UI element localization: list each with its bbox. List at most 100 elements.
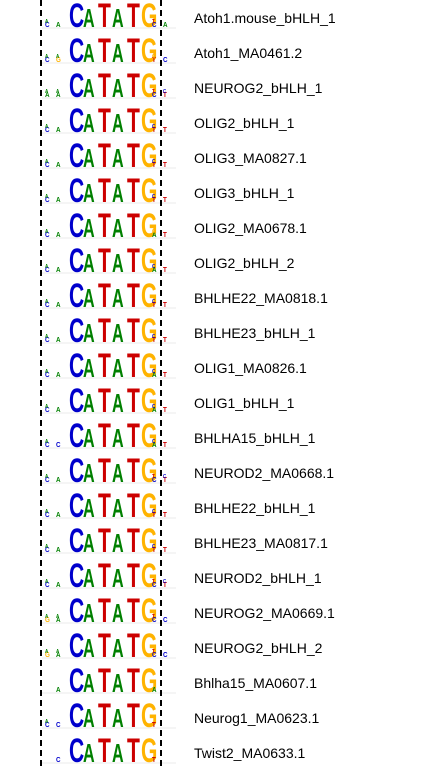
motif-label: NEUROD2_bHLH_1 — [194, 570, 322, 586]
core-letter-a: A — [112, 668, 124, 698]
core-letter-a: A — [83, 108, 95, 138]
flank-left-letter: A — [45, 544, 49, 550]
flank-left-letter: A — [45, 439, 49, 445]
core-letter-t: T — [98, 206, 111, 244]
flank-left-letter: A — [45, 404, 49, 410]
motif-label: BHLHA15_bHLH_1 — [194, 430, 316, 446]
core-letter-c: C — [69, 206, 84, 244]
core-letter-t: T — [98, 0, 111, 34]
core-letter-t: T — [127, 381, 140, 419]
core-letter-t: T — [127, 311, 140, 349]
core-letter-c: C — [69, 276, 84, 314]
flank-left-letter: A — [56, 649, 60, 655]
flank-right-letter: C — [152, 159, 156, 165]
core-letter-c: C — [69, 451, 84, 489]
core-letter-t: T — [127, 556, 140, 594]
core-letter-t: T — [98, 521, 111, 559]
core-letter-t: T — [127, 626, 140, 664]
core-letter-a: A — [112, 283, 124, 313]
core-letter-c: C — [69, 241, 84, 279]
core-letter-t: T — [127, 171, 140, 209]
core-letter-t: T — [98, 171, 111, 209]
core-letter-a: A — [112, 248, 124, 278]
flank-left-letter: A — [45, 509, 49, 515]
flank-left-letter: A — [45, 19, 49, 25]
core-letter-c: C — [69, 661, 84, 699]
motif-label: NEUROG2_MA0669.1 — [194, 605, 335, 621]
core-letter-a: A — [83, 143, 95, 173]
flank-right-letter: G — [152, 229, 156, 235]
flank-right-letter: C — [152, 334, 156, 340]
flank-right-letter: T — [152, 649, 155, 655]
motif-label: BHLHE23_MA0817.1 — [194, 535, 328, 551]
core-letter-a: A — [83, 458, 95, 488]
core-letter-t: T — [98, 626, 111, 664]
motif-label-column: Atoh1.mouse_bHLH_1 Atoh1_MA0461.2 NEUROG2_… — [194, 0, 440, 769]
core-letter-t: T — [98, 311, 111, 349]
core-letter-t: T — [98, 486, 111, 524]
motif-label: Bhlha15_MA0607.1 — [194, 675, 317, 691]
core-letter-t: T — [98, 556, 111, 594]
core-letter-a: A — [83, 248, 95, 278]
core-letter-t: T — [127, 101, 140, 139]
core-letter-a: A — [83, 283, 95, 313]
core-letter-a: A — [112, 213, 124, 243]
motif-label: Twist2_MA0633.1 — [194, 745, 306, 761]
core-letter-c: C — [69, 66, 84, 104]
core-letter-c: C — [69, 136, 84, 174]
core-letter-t: T — [127, 521, 140, 559]
core-letter-c: C — [69, 31, 84, 69]
flank-left-letter: A — [56, 54, 60, 60]
flank-left-letter: A — [45, 649, 49, 655]
flank-right-letter: C — [152, 369, 156, 375]
core-letter-a: A — [83, 703, 95, 733]
core-letter-a: A — [83, 493, 95, 523]
flank-left-letter: A — [45, 159, 49, 165]
core-letter-c: C — [69, 591, 84, 629]
core-letter-t: T — [127, 416, 140, 454]
flank-left-letter: A — [45, 474, 49, 480]
core-letter-a: A — [112, 458, 124, 488]
core-letter-a: A — [83, 38, 95, 68]
core-letter-t: T — [98, 346, 111, 384]
flank-right-letter: C — [152, 544, 156, 550]
motif-label: NEUROG2_bHLH_2 — [194, 640, 323, 656]
core-letter-t: T — [127, 661, 140, 699]
core-letter-t: T — [98, 276, 111, 314]
core-letter-t: T — [127, 276, 140, 314]
flank-right-letter: T — [152, 614, 155, 620]
flank-right-letter: C — [152, 299, 156, 305]
core-letter-a: A — [112, 738, 124, 768]
motif-label: OLIG2_bHLH_1 — [194, 115, 295, 131]
core-letter-t: T — [127, 241, 140, 279]
core-letter-a: A — [112, 108, 124, 138]
core-letter-t: T — [127, 136, 140, 174]
motif-label: BHLHE23_bHLH_1 — [194, 325, 316, 341]
core-letter-t: T — [98, 696, 111, 734]
flank-left-letter: A — [45, 89, 49, 95]
motif-label: OLIG2_MA0678.1 — [194, 220, 307, 236]
core-letter-a: A — [112, 3, 124, 33]
motif-label: Neurog1_MA0623.1 — [194, 710, 320, 726]
core-letter-a: A — [112, 528, 124, 558]
flank-right-letter: C — [163, 579, 167, 585]
flank-left-letter: A — [45, 579, 49, 585]
core-letter-c: C — [69, 346, 84, 384]
flank-left-letter: A — [56, 89, 60, 95]
core-letter-t: T — [127, 486, 140, 524]
core-letter-a: A — [112, 318, 124, 348]
core-letter-t: T — [127, 591, 140, 629]
flank-right-letter: T — [152, 89, 155, 95]
core-letter-a: A — [83, 178, 95, 208]
core-letter-a: A — [112, 178, 124, 208]
core-letter-c: C — [69, 101, 84, 139]
flank-right-letter: T — [152, 579, 155, 585]
core-letter-t: T — [127, 66, 140, 104]
core-letter-t: T — [127, 0, 140, 34]
motif-label: OLIG3_MA0827.1 — [194, 150, 307, 166]
core-letter-t: T — [98, 661, 111, 699]
flank-right-letter: C — [163, 89, 167, 95]
flank-right-letter: C — [163, 474, 167, 480]
core-letter-t: T — [98, 101, 111, 139]
core-letter-a: A — [112, 143, 124, 173]
